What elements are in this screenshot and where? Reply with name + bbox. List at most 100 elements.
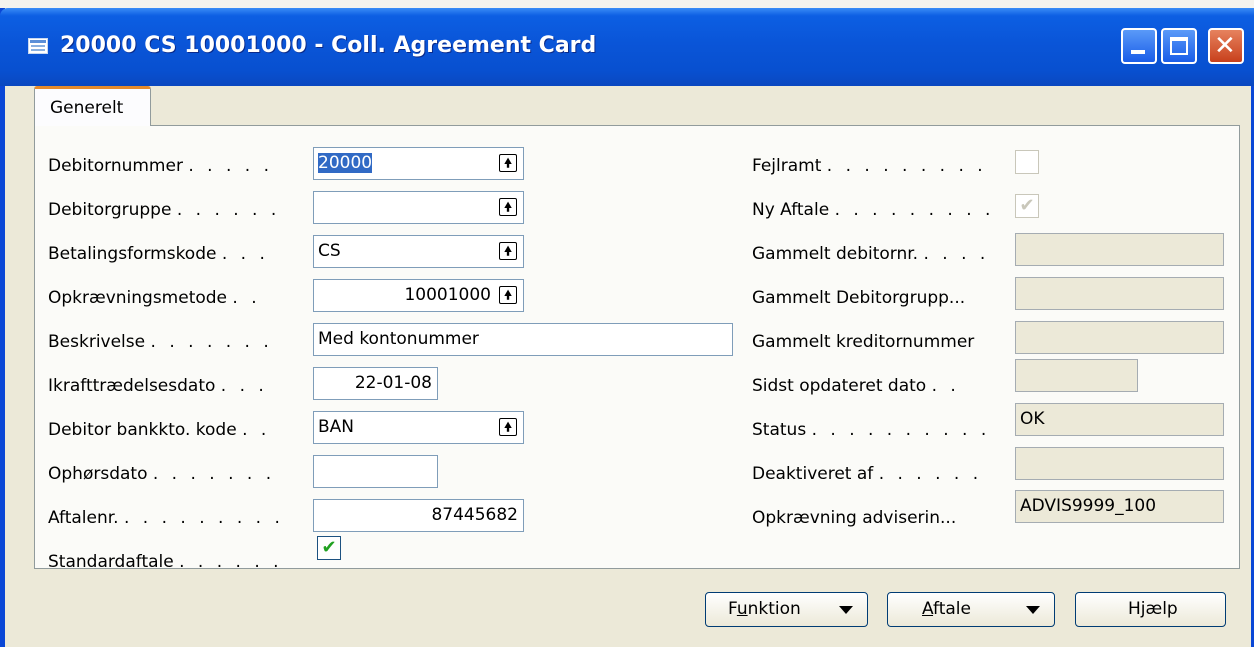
sidst-opdateret-dato-label: Sidst opdateret dato . . <box>752 376 960 396</box>
beskrivelse-field[interactable]: Med kontonummer <box>313 323 733 356</box>
debitor-bankkto-kode-value: BAN <box>318 417 355 437</box>
checkmark-icon: ✔ <box>321 537 337 558</box>
betalingsformskode-field[interactable]: CS 🠝 <box>313 235 524 268</box>
ophoersdato-field[interactable] <box>313 455 438 488</box>
ikrafttraedelsesdato-value: 22-01-08 <box>354 373 432 393</box>
window-title: 20000 CS 10001000 - Coll. Agreement Card <box>60 33 597 58</box>
fejlramt-label: Fejlramt . . . . . . . . . <box>752 156 987 176</box>
beskrivelse-label-dots: . . . . . . . <box>150 332 273 352</box>
debitornummer-label: Debitornummer . . . . . <box>48 156 273 176</box>
checkmark-icon: ✔ <box>1019 195 1035 216</box>
aftale-button-label-post: ftale <box>933 599 971 619</box>
funktion-button-label-pre: F <box>728 599 737 619</box>
debitorgruppe-field[interactable]: 🠝 <box>313 191 524 224</box>
status-label: Status . . . . . . . . . . <box>752 420 990 440</box>
maximize-button[interactable] <box>1161 28 1197 64</box>
gammelt-kreditornummer-field[interactable] <box>1015 321 1224 354</box>
sidst-opdateret-dato-label-dots: . . <box>931 376 960 396</box>
debitorgruppe-label: Debitorgruppe . . . . . . <box>48 200 280 220</box>
ny-aftale-label: Ny Aftale . . . . . . . . . <box>752 200 994 220</box>
deaktiveret-af-field[interactable] <box>1015 447 1224 480</box>
betalingsformskode-label-text: Betalingsformskode <box>48 244 217 264</box>
debitornummer-field[interactable]: 20000 🠝 <box>313 147 524 180</box>
dropdown-arrow-icon <box>1026 606 1040 614</box>
opkraevning-adviserin-value: ADVIS9999_100 <box>1020 496 1157 516</box>
funktion-button-label-post: nktion <box>747 599 801 619</box>
hjaelp-button[interactable]: Hjælp <box>1075 592 1226 627</box>
aftalenr-label: Aftalenr. . . . . . . . . . <box>48 508 284 528</box>
gammelt-kreditornummer-label: Gammelt kreditornummer <box>752 332 974 352</box>
beskrivelse-label: Beskrivelse . . . . . . . <box>48 332 273 352</box>
opkraevningsmetode-lookup-icon[interactable]: 🠝 <box>499 286 517 304</box>
gammelt-debitornr-field[interactable] <box>1015 233 1224 266</box>
beskrivelse-label-text: Beskrivelse <box>48 332 146 352</box>
status-label-text: Status <box>752 420 807 440</box>
funktion-button[interactable]: Funktion <box>705 592 868 627</box>
ophoersdato-label-dots: . . . . . . . <box>152 464 276 484</box>
aftalenr-field[interactable]: 87445682 <box>313 499 524 532</box>
deaktiveret-af-label-dots: . . . . . . <box>878 464 983 484</box>
opkraevning-adviserin-label-text: Opkrævning adviserin... <box>752 508 957 528</box>
fejlramt-label-text: Fejlramt <box>752 156 822 176</box>
aftale-button[interactable]: Aftale <box>887 592 1055 627</box>
debitornummer-lookup-icon[interactable]: 🠝 <box>499 154 517 172</box>
opkraevning-adviserin-label: Opkrævning adviserin... <box>752 508 956 528</box>
debitor-bankkto-kode-lookup-icon[interactable]: 🠝 <box>499 418 517 436</box>
debitorgruppe-lookup-icon[interactable]: 🠝 <box>499 198 517 216</box>
hjaelp-button-label: Hjælp <box>1128 599 1178 619</box>
status-field[interactable]: OK <box>1015 403 1224 436</box>
aftale-button-label-accesskey: A <box>922 599 934 619</box>
debitor-bankkto-kode-label-text: Debitor bankkto. kode <box>48 420 237 440</box>
betalingsformskode-label-dots: . . . <box>221 244 269 264</box>
ikrafttraedelsesdato-field[interactable]: 22-01-08 <box>313 367 438 400</box>
sidst-opdateret-dato-label-text: Sidst opdateret dato <box>752 376 927 396</box>
ny-aftale-checkbox[interactable]: ✔ <box>1015 194 1039 218</box>
sidst-opdateret-dato-field[interactable] <box>1015 359 1138 392</box>
ophoersdato-label-text: Ophørsdato <box>48 464 148 484</box>
title-bar[interactable]: 20000 CS 10001000 - Coll. Agreement Card… <box>0 8 1254 86</box>
gammelt-debitornr-label-text: Gammelt debitornr. <box>752 244 919 264</box>
debitornummer-label-text: Debitornummer <box>48 156 183 176</box>
deaktiveret-af-label: Deaktiveret af . . . . . . <box>752 464 982 484</box>
opkraevningsmetode-field[interactable]: 10001000 🠝 <box>313 279 524 312</box>
standardaftale-checkbox[interactable]: ✔ <box>317 536 341 560</box>
gammelt-debitorgrupp-label-text: Gammelt Debitorgrupp... <box>752 288 966 308</box>
ny-aftale-label-dots: . . . . . . . . . <box>834 200 995 220</box>
opkraevning-adviserin-field[interactable]: ADVIS9999_100 <box>1015 490 1224 523</box>
gammelt-debitornr-label: Gammelt debitornr. . . . . <box>752 244 989 264</box>
standardaftale-label-text: Standardaftale <box>48 552 174 572</box>
betalingsformskode-value: CS <box>318 241 341 261</box>
dropdown-arrow-icon <box>839 606 853 614</box>
tab-generelt-label: Generelt <box>50 98 124 118</box>
minimize-button[interactable] <box>1121 28 1157 64</box>
gammelt-debitorgrupp-field[interactable] <box>1015 277 1224 310</box>
debitor-bankkto-kode-field[interactable]: BAN 🠝 <box>313 411 524 444</box>
betalingsformskode-lookup-icon[interactable]: 🠝 <box>499 242 517 260</box>
opkraevningsmetode-label-text: Opkrævningsmetode <box>48 288 228 308</box>
fejlramt-label-dots: . . . . . . . . . <box>826 156 987 176</box>
opkraevningsmetode-value: 10001000 <box>404 285 491 305</box>
fejlramt-checkbox[interactable] <box>1015 150 1039 174</box>
ny-aftale-label-text: Ny Aftale <box>752 200 830 220</box>
maximize-icon <box>1170 37 1188 55</box>
gammelt-debitornr-label-dots: . . . . <box>923 244 990 264</box>
tab-generelt[interactable]: Generelt <box>34 86 151 126</box>
close-button[interactable]: ✕ <box>1208 28 1244 64</box>
debitor-bankkto-kode-label-dots: . . <box>242 420 271 440</box>
funktion-button-label-accesskey: u <box>736 599 748 619</box>
close-icon: ✕ <box>1214 31 1236 61</box>
standardaftale-label-dots: . . . . . . <box>179 552 283 572</box>
standardaftale-label: Standardaftale . . . . . . <box>48 552 283 572</box>
gammelt-debitorgrupp-label: Gammelt Debitorgrupp... <box>752 288 965 308</box>
form-icon <box>28 38 48 54</box>
opkraevningsmetode-label: Opkrævningsmetode . . <box>48 288 261 308</box>
aftalenr-label-dots: . . . . . . . . . <box>124 508 284 528</box>
debitorgruppe-label-dots: . . . . . . <box>176 200 281 220</box>
status-label-dots: . . . . . . . . . . <box>811 420 991 440</box>
minimize-icon <box>1131 50 1145 54</box>
ikrafttraedelsesdato-label: Ikrafttrædelsesdato . . . <box>48 376 268 396</box>
ikrafttraedelsesdato-label-dots: . . . <box>220 376 268 396</box>
status-value: OK <box>1020 409 1045 429</box>
opkraevningsmetode-label-dots: . . <box>232 288 261 308</box>
gammelt-kreditornummer-label-text: Gammelt kreditornummer <box>752 332 975 352</box>
